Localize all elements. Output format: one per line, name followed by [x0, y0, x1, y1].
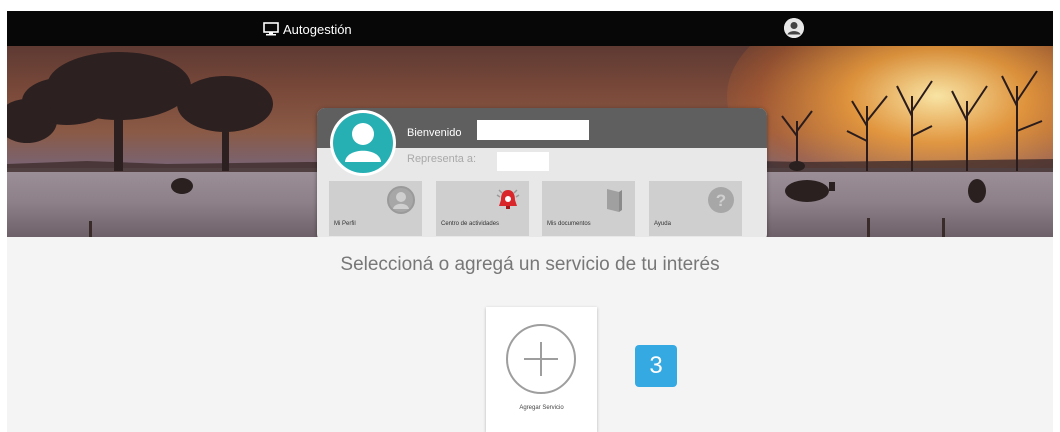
tile-label: Mi Perfil	[334, 221, 356, 227]
user-silhouette-icon	[345, 123, 381, 162]
hero-banner: Bienvenido Representa a: Mi Perfil Centr…	[7, 46, 1053, 237]
tile-label: Ayuda	[654, 221, 671, 227]
svg-text:?: ?	[716, 191, 726, 210]
profile-avatar	[330, 110, 396, 176]
user-circle-icon	[387, 186, 415, 214]
book-icon	[607, 189, 622, 212]
plus-circle-icon	[506, 324, 576, 394]
tile-mis-documentos[interactable]: Mis documentos	[542, 181, 635, 236]
brand-link[interactable]: Autogestión	[263, 20, 352, 38]
add-service-card[interactable]: Agregar Servicio	[486, 307, 597, 432]
monitor-icon	[263, 22, 279, 36]
alarm-bell-icon	[496, 189, 520, 209]
tile-mi-perfil[interactable]: Mi Perfil	[329, 181, 422, 236]
quick-access-tiles: Mi Perfil Centro de actividades Mis docu…	[329, 181, 755, 236]
add-service-label: Agregar Servicio	[519, 405, 564, 411]
tile-label: Mis documentos	[547, 221, 591, 227]
step-badge: 3	[635, 345, 677, 387]
tile-ayuda[interactable]: ? Ayuda	[649, 181, 742, 236]
user-avatar-icon	[784, 18, 804, 38]
tile-label: Centro de actividades	[441, 221, 500, 227]
page-heading: Seleccioná o agregá un servicio de tu in…	[340, 254, 720, 275]
redacted-username	[477, 120, 589, 140]
user-menu-avatar[interactable]	[784, 18, 804, 38]
brand-label: Autogestión	[283, 21, 352, 37]
welcome-card: Bienvenido Representa a: Mi Perfil Centr…	[317, 108, 767, 237]
represents-label: Representa a:	[407, 153, 477, 165]
tile-centro-actividades[interactable]: Centro de actividades	[436, 181, 529, 236]
top-navbar: Autogestión	[7, 11, 1053, 46]
help-icon: ?	[708, 187, 734, 213]
redacted-represented	[497, 152, 549, 171]
welcome-text: Bienvenido	[407, 127, 462, 139]
